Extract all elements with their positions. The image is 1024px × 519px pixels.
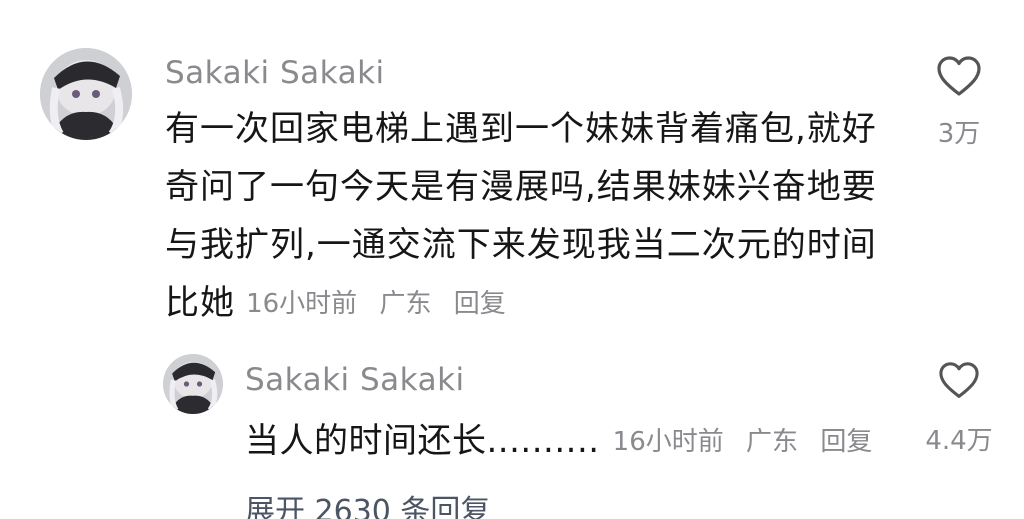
reply-body: 当人的时间还长.......... 16小时前 广东 回复 [245,412,886,470]
comment-username[interactable]: Sakaki Sakaki [165,55,385,91]
reply-avatar[interactable] [163,354,223,414]
comment-line-2: 奇问了一句今天是有漫展吗,结果妹妹兴奋地要 [165,167,877,207]
avatar-image [163,354,223,414]
comment-line-4: 比她 [165,283,235,323]
comment-like-count: 3万 [937,119,981,149]
reply-text: 当人的时间还长.......... [245,421,600,461]
reply-reply-button[interactable]: 回复 [820,427,872,457]
comment-meta: 16小时前 广东 回复 [246,289,520,319]
reply-like-button[interactable] [938,362,980,400]
reply-location: 广东 [746,427,799,457]
reply-meta: 16小时前 广东 回复 [613,427,887,457]
comment-reply-button[interactable]: 回复 [454,289,506,319]
comment-last-line: 比她 16小时前 广东 回复 [165,274,520,332]
heart-outline-icon [937,56,981,96]
heart-outline-icon [939,362,979,398]
expand-replies-button[interactable]: 展开 2630 条回复 [245,486,490,519]
reply-username[interactable]: Sakaki Sakaki [245,362,465,398]
comment-time: 16小时前 [246,289,358,319]
reply-time: 16小时前 [612,427,724,457]
comment-item: Sakaki Sakaki 有一次回家电梯上遇到一个妹妹背着痛包,就好 奇问了一… [0,0,1024,330]
avatar[interactable] [40,48,132,140]
avatar-image [40,48,132,140]
reply-item: Sakaki Sakaki 当人的时间还长.......... 16小时前 广东… [0,340,1024,470]
comment-line-3: 与我扩列,一通交流下来发现我当二次元的时间 [165,225,877,265]
comment-location: 广东 [379,289,432,319]
comment-like-button[interactable] [936,56,982,98]
comment-line-1: 有一次回家电梯上遇到一个妹妹背着痛包,就好 [165,109,877,149]
reply-like-count: 4.4万 [925,426,993,456]
